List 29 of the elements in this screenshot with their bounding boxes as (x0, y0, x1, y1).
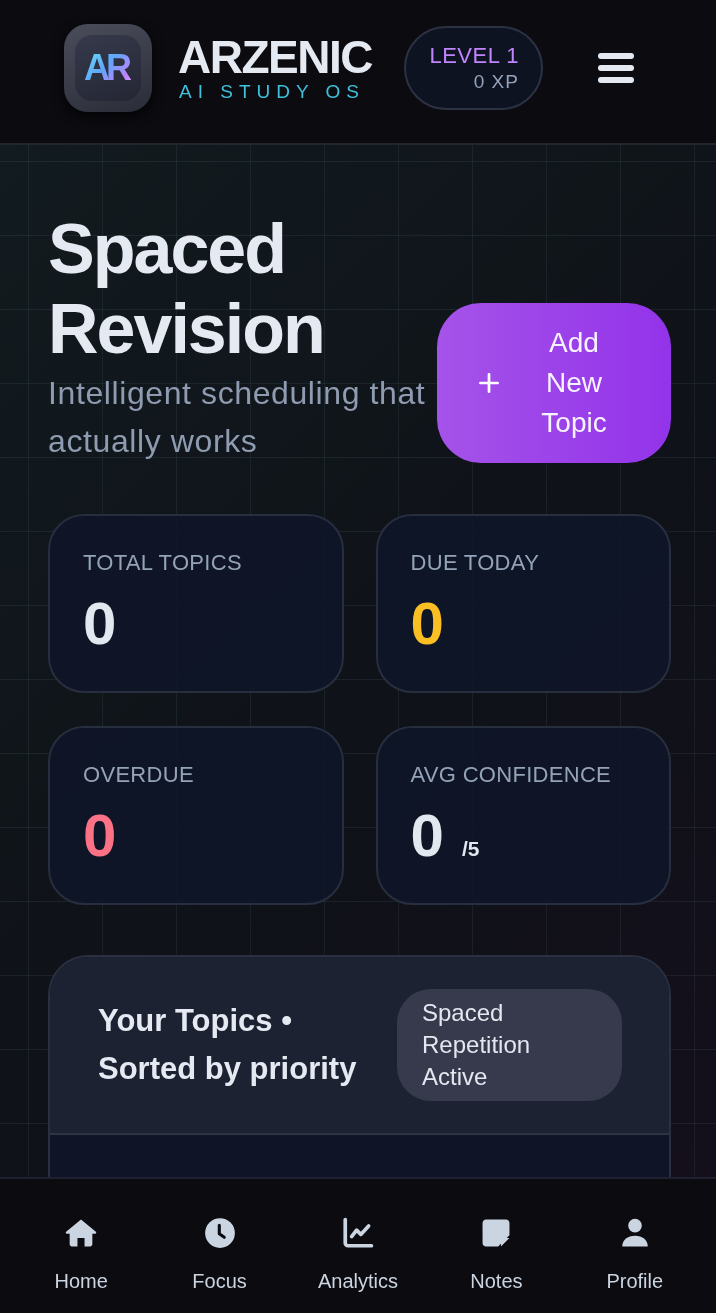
brand-tagline: AI STUDY OS (179, 81, 366, 103)
line-chart-icon (341, 1216, 375, 1250)
level-label: LEVEL 1 (429, 42, 519, 70)
stat-label: TOTAL TOPICS (83, 549, 243, 577)
stat-label: OVERDUE (83, 761, 195, 789)
app-logo: AR (64, 24, 152, 112)
stat-value: 0 (83, 804, 117, 868)
stat-value: 0 (410, 592, 444, 656)
stat-value: 0 (410, 804, 444, 868)
stat-value: 0 (83, 592, 117, 656)
add-topic-button[interactable]: Add New Topic (437, 303, 671, 463)
menu-button[interactable] (597, 53, 634, 83)
status-badge: Spaced Repetition Active (397, 989, 622, 1101)
stat-label: AVG CONFIDENCE (410, 761, 613, 789)
brand-name: ARZENIC (178, 33, 372, 81)
nav-tab[interactable]: Profile (602, 1216, 668, 1293)
page-title: Spaced Revision (48, 209, 325, 369)
clock-icon (202, 1216, 237, 1250)
topics-title: Your Topics • Sorted by priority (98, 1002, 358, 1088)
menu-icon (597, 53, 634, 83)
page-subtitle: Intelligent scheduling that actually works (48, 374, 427, 461)
nav-tab[interactable]: Notes (466, 1216, 527, 1293)
stat-label: DUE TODAY (410, 549, 541, 577)
nav-tab[interactable]: Analytics (313, 1216, 402, 1293)
nav-tab[interactable]: Home (50, 1216, 112, 1293)
xp-count: 0 XP (473, 70, 519, 94)
nav-tab[interactable]: Focus (188, 1216, 251, 1293)
stat-scale: /5 (461, 837, 480, 861)
plus-icon (479, 373, 499, 393)
